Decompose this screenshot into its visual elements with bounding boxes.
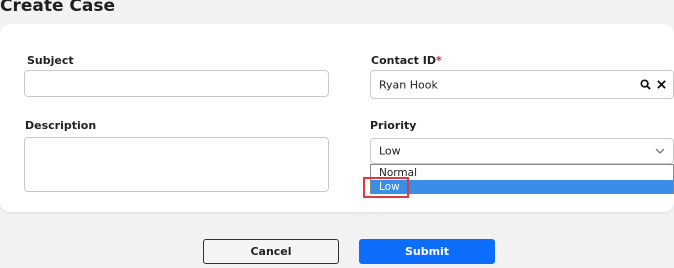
- subject-label: Subject: [27, 54, 74, 67]
- required-marker: *: [435, 54, 442, 67]
- page-title: Create Case: [0, 0, 116, 16]
- priority-select[interactable]: Low: [370, 138, 674, 164]
- submit-button[interactable]: Submit: [359, 239, 495, 264]
- contact-id-value: Ryan Hook: [379, 78, 438, 91]
- priority-dropdown-list: Normal Low: [370, 164, 674, 194]
- subject-input[interactable]: [24, 70, 329, 97]
- contact-id-field[interactable]: Ryan Hook: [370, 70, 674, 99]
- priority-value: Low: [379, 144, 401, 158]
- description-label: Description: [25, 119, 97, 132]
- priority-option-low[interactable]: Low: [371, 180, 673, 194]
- priority-label: Priority: [370, 119, 417, 132]
- contact-id-label: Contact ID*: [371, 54, 442, 67]
- close-icon[interactable]: [655, 79, 667, 91]
- search-icon[interactable]: [639, 79, 651, 91]
- chevron-down-icon[interactable]: [654, 145, 666, 157]
- highlight-annotation-box: [363, 177, 409, 198]
- description-textarea[interactable]: [24, 137, 329, 192]
- priority-option-normal[interactable]: Normal: [371, 166, 673, 180]
- cancel-button[interactable]: Cancel: [203, 239, 339, 264]
